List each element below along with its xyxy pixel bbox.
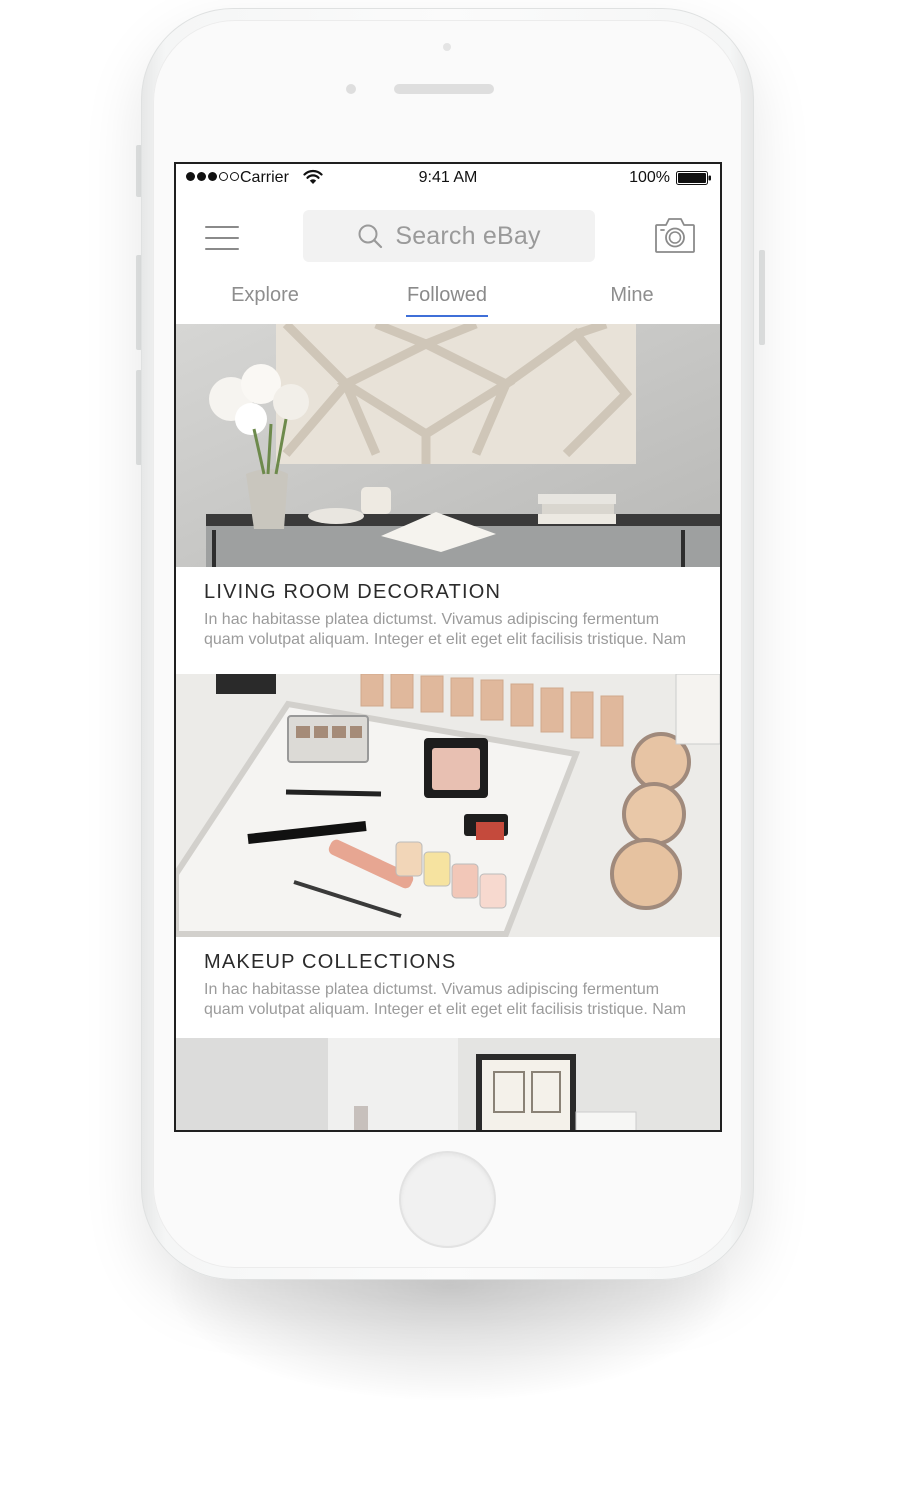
feed-tabs: Explore Followed Mine [176,282,720,324]
card-description: In hac habitasse platea dictumst. Vivamu… [204,981,687,1018]
card-text: LIVING ROOM DECORATION In hac habitasse … [176,567,720,650]
status-bar: Carrier 9:41 AM 100% [176,164,720,192]
card-text: MAKEUP COLLECTIONS In hac habitasse plat… [176,937,720,1020]
menu-icon[interactable] [205,224,239,252]
card-title: MAKEUP COLLECTIONS [204,951,457,973]
feed-list: LIVING ROOM DECORATION In hac habitasse … [176,324,720,1130]
feed-card[interactable] [176,1038,720,1130]
home-button[interactable] [399,1151,496,1248]
app-header: Search eBay [176,192,720,282]
feed-card[interactable]: MAKEUP COLLECTIONS In hac habitasse plat… [176,674,720,1038]
feed-card[interactable]: LIVING ROOM DECORATION In hac habitasse … [176,324,720,674]
front-camera [443,43,451,51]
power-button [759,250,765,345]
card-title: LIVING ROOM DECORATION [204,581,502,603]
card-description: In hac habitasse platea dictumst. Vivamu… [204,611,687,648]
tab-followed[interactable]: Followed [406,284,488,317]
camera-icon[interactable] [654,216,696,254]
earpiece-speaker [394,84,494,94]
battery-percentage: 100% [629,169,670,186]
app-screen: Carrier 9:41 AM 100% Search eBay Explore… [174,162,722,1132]
living-room-image [176,324,720,567]
interior-image [176,1038,720,1130]
tab-mine[interactable]: Mine [599,284,665,315]
battery-icon [676,171,711,185]
tab-explore[interactable]: Explore [222,284,308,315]
search-icon [358,224,383,249]
makeup-image [176,674,720,937]
search-placeholder: Search eBay [395,221,541,250]
search-input[interactable]: Search eBay [303,210,595,262]
proximity-sensor [346,84,356,94]
